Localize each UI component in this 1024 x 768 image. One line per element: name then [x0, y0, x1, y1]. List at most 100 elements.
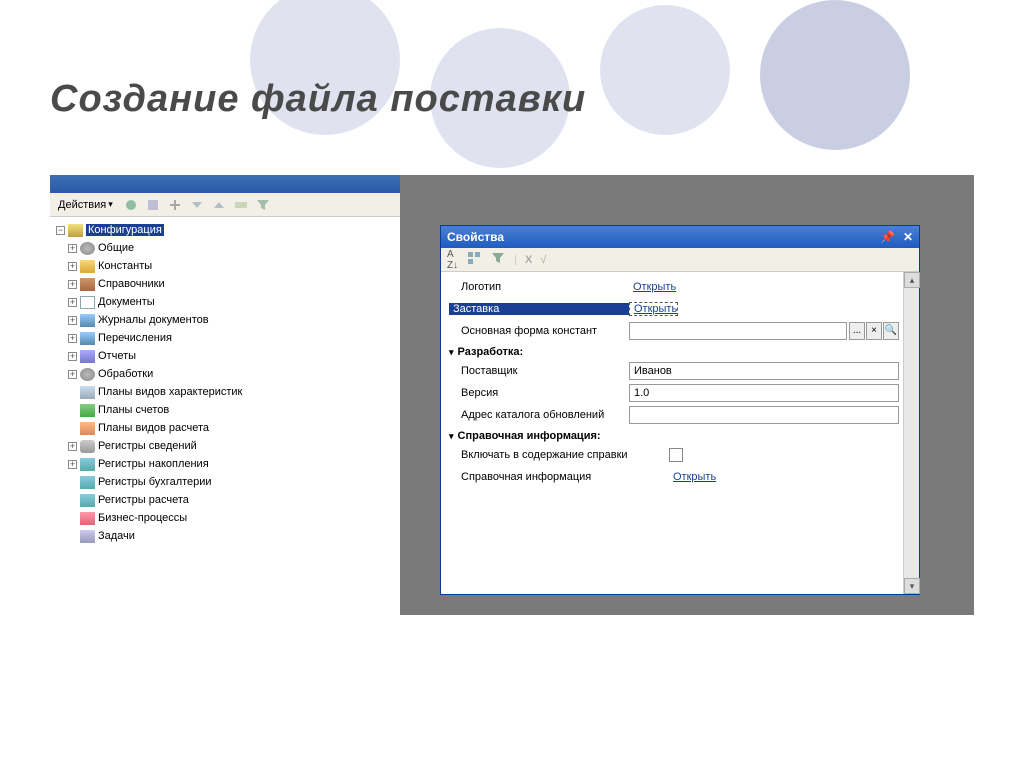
tree-item[interactable]: · Задачи	[52, 527, 398, 545]
prop-row-splash: Заставка Открыть	[449, 298, 899, 320]
section-label: Разработка:	[458, 346, 524, 358]
config-tree: − Конфигурация +Общие +Константы +Справо…	[50, 217, 400, 549]
update-url-input[interactable]	[629, 406, 899, 424]
enum-icon	[80, 332, 95, 345]
tree-item[interactable]: + Отчеты	[52, 347, 398, 365]
scroll-down-icon[interactable]: ▾	[904, 578, 920, 594]
config-titlebar	[50, 175, 400, 193]
processing-icon	[80, 368, 95, 381]
tree-expander-icon[interactable]: +	[68, 316, 77, 325]
tree-root-label: Конфигурация	[86, 224, 164, 236]
toolbar-icon-4[interactable]	[189, 197, 205, 213]
tree-expander-icon[interactable]: +	[68, 244, 77, 253]
config-toolbar: Действия ▾	[50, 193, 400, 217]
toolbar-icon-2[interactable]	[145, 197, 161, 213]
toolbar-icon-5[interactable]	[211, 197, 227, 213]
book-icon	[80, 278, 95, 291]
pin-icon[interactable]: 📌	[880, 230, 895, 244]
properties-toolbar: AZ↓ | X √	[441, 248, 919, 272]
tree-expander-icon[interactable]: +	[68, 334, 77, 343]
open-link[interactable]: Открыть	[669, 471, 716, 483]
tree-expander-icon[interactable]: +	[68, 352, 77, 361]
props-scrollbar[interactable]: ▴ ▾	[903, 272, 919, 594]
tree-item-label: Отчеты	[98, 350, 136, 362]
tree-item-label: Задачи	[98, 530, 135, 542]
check-icon[interactable]: √	[540, 254, 546, 266]
tree-item[interactable]: +Перечисления	[52, 329, 398, 347]
collapse-icon: ▾	[449, 431, 454, 442]
toolbar-icon-1[interactable]	[123, 197, 139, 213]
filter-icon[interactable]	[490, 250, 506, 269]
tree-item-label: Регистры накопления	[98, 458, 209, 470]
prop-row-supplier: Поставщик	[449, 360, 899, 382]
sort-alpha-icon[interactable]: AZ↓	[447, 249, 458, 271]
info-register-icon	[80, 440, 95, 453]
supplier-input[interactable]	[629, 362, 899, 380]
tree-expander-icon: ·	[68, 388, 77, 397]
version-input[interactable]	[629, 384, 899, 402]
tree-expander-icon[interactable]: +	[68, 442, 77, 451]
open-link[interactable]: Открыть	[629, 281, 676, 293]
tree-expander-icon: ·	[68, 532, 77, 541]
tree-expander-icon: ·	[68, 496, 77, 505]
clear-button[interactable]: ×	[866, 322, 882, 340]
properties-body: Логотип Открыть Заставка Открыть Основна…	[441, 272, 919, 594]
delete-icon[interactable]: X	[525, 254, 532, 266]
tree-expander-icon[interactable]: +	[68, 280, 77, 289]
tree-item[interactable]: + Регистры накопления	[52, 455, 398, 473]
screenshot-area: Действия ▾	[50, 175, 974, 615]
tree-item[interactable]: +Справочники	[52, 275, 398, 293]
tree-expander-icon[interactable]: +	[68, 460, 77, 469]
tree-item[interactable]: +Константы	[52, 257, 398, 275]
prop-row-include: Включать в содержание справки	[449, 444, 899, 466]
search-button[interactable]: 🔍	[883, 322, 899, 340]
properties-window: Свойства 📌 ✕ AZ↓ | X √ Логотип Открыть	[440, 225, 920, 595]
prop-label: Логотип	[449, 281, 629, 293]
close-icon[interactable]: ✕	[903, 230, 913, 244]
tree-expander-icon[interactable]: +	[68, 262, 77, 271]
properties-title: Свойства	[447, 230, 504, 244]
tree-item[interactable]: · Планы видов характеристик	[52, 383, 398, 401]
collapse-icon: ▾	[449, 347, 454, 358]
section-dev[interactable]: ▾ Разработка:	[449, 346, 899, 358]
tree-item-label: Планы видов расчета	[98, 422, 209, 434]
slide-title: Создание файла поставки	[50, 78, 586, 121]
category-icon[interactable]	[466, 250, 482, 269]
tree-expander-icon[interactable]: −	[56, 226, 65, 235]
tree-item[interactable]: +Журналы документов	[52, 311, 398, 329]
toolbar-icon-6[interactable]	[233, 197, 249, 213]
tree-item-label: Регистры расчета	[98, 494, 189, 506]
tree-item[interactable]: ·Бизнес-процессы	[52, 509, 398, 527]
tree-item[interactable]: ·Планы видов расчета	[52, 419, 398, 437]
tree-item[interactable]: +Регистры сведений	[52, 437, 398, 455]
tree-item[interactable]: · Регистры расчета	[52, 491, 398, 509]
tree-item-label: Обработки	[98, 368, 153, 380]
tree-expander-icon[interactable]: +	[68, 298, 77, 307]
toolbar-icon-3[interactable]	[167, 197, 183, 213]
tree-root[interactable]: − Конфигурация	[52, 221, 398, 239]
tree-expander-icon: ·	[68, 478, 77, 487]
journal-icon	[80, 314, 95, 327]
filter-icon[interactable]	[255, 197, 271, 213]
prop-row-helpinfo: Справочная информация Открыть	[449, 466, 899, 488]
tree-item-label: Планы видов характеристик	[98, 386, 242, 398]
tree-item[interactable]: ·Планы счетов	[52, 401, 398, 419]
open-link[interactable]: Открыть	[629, 302, 678, 316]
tree-item[interactable]: + Обработки	[52, 365, 398, 383]
bizprocess-icon	[80, 512, 95, 525]
tree-expander-icon[interactable]: +	[68, 370, 77, 379]
ellipsis-button[interactable]: ...	[849, 322, 865, 340]
tree-item[interactable]: · Регистры бухгалтерии	[52, 473, 398, 491]
accounts-icon	[80, 404, 95, 417]
include-checkbox[interactable]	[669, 448, 683, 462]
tree-item[interactable]: +Документы	[52, 293, 398, 311]
actions-button[interactable]: Действия ▾	[54, 197, 117, 213]
tree-item[interactable]: +Общие	[52, 239, 398, 257]
constform-input[interactable]	[629, 322, 847, 340]
tree-item-label: Регистры бухгалтерии	[98, 476, 212, 488]
properties-titlebar[interactable]: Свойства 📌 ✕	[441, 226, 919, 248]
prop-row-logo: Логотип Открыть	[449, 276, 899, 298]
section-help[interactable]: ▾ Справочная информация:	[449, 430, 899, 442]
scroll-up-icon[interactable]: ▴	[904, 272, 920, 288]
prop-row-version: Версия	[449, 382, 899, 404]
